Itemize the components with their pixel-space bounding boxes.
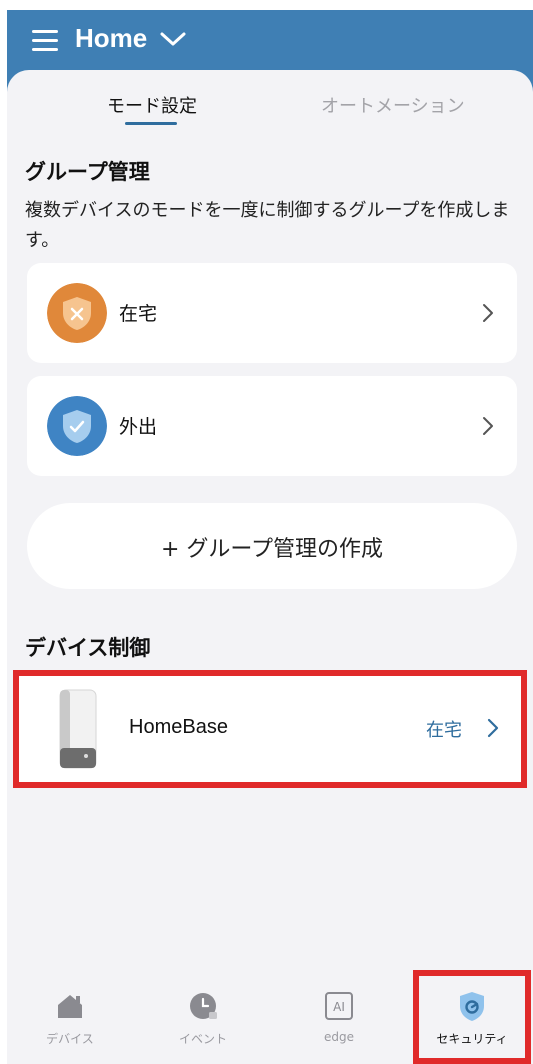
hamburger-menu-icon[interactable] [32,28,60,52]
create-group-label: + グループ管理の作成 [160,537,384,562]
mode-tabs: モード設定 オートメーション [7,70,533,134]
active-tab-indicator [125,122,177,125]
device-row-homebase[interactable]: HomeBase 在宅 [16,674,526,782]
device-control-title: デバイス制御 [25,636,151,660]
nav-label-edge: edge [324,1030,354,1044]
group-card-away[interactable]: 外出 [27,376,517,476]
group-card-home[interactable]: 在宅 [27,263,517,363]
nav-label-devices: デバイス [46,1032,94,1046]
tab-automation[interactable]: オートメーション [321,92,465,118]
nav-security[interactable]: セキュリティ [417,980,527,1060]
security-shield-icon [460,992,484,1021]
tab-mode-settings[interactable]: モード設定 [107,92,197,118]
homebase-device-image [59,689,97,769]
clock-icon [190,993,217,1019]
device-name: HomeBase [129,716,228,738]
home-title[interactable]: Home [75,23,147,54]
create-group-button[interactable]: + グループ管理の作成 [27,503,517,589]
ai-icon: AI [325,992,353,1020]
device-mode-status: 在宅 [426,720,462,741]
chevron-right-icon [483,304,493,322]
group-label-home: 在宅 [119,303,158,325]
chevron-down-icon[interactable] [159,28,187,50]
nav-events[interactable]: イベント [148,980,258,1060]
group-management-description: 複数デバイスのモードを一度に制御するグループを作成します。 [25,200,510,251]
nav-edge[interactable]: AI edge [284,980,394,1060]
home-icon [58,995,82,1018]
nav-devices[interactable]: デバイス [15,980,125,1060]
shield-x-icon [47,283,107,343]
group-label-away: 外出 [119,416,158,438]
chevron-right-icon [483,417,493,435]
svg-text:AI: AI [333,1000,345,1014]
shield-check-icon [47,396,107,456]
nav-label-events: イベント [178,1032,227,1046]
nav-label-security: セキュリティ [436,1032,508,1046]
bottom-navigation: デバイス イベント AI edge セキュリティ [7,970,533,1064]
group-management-title: グループ管理 [25,160,150,184]
chevron-right-icon [487,718,499,738]
main-sheet: モード設定 オートメーション グループ管理 複数デバイスのモードを一度に制御する… [7,70,533,1064]
